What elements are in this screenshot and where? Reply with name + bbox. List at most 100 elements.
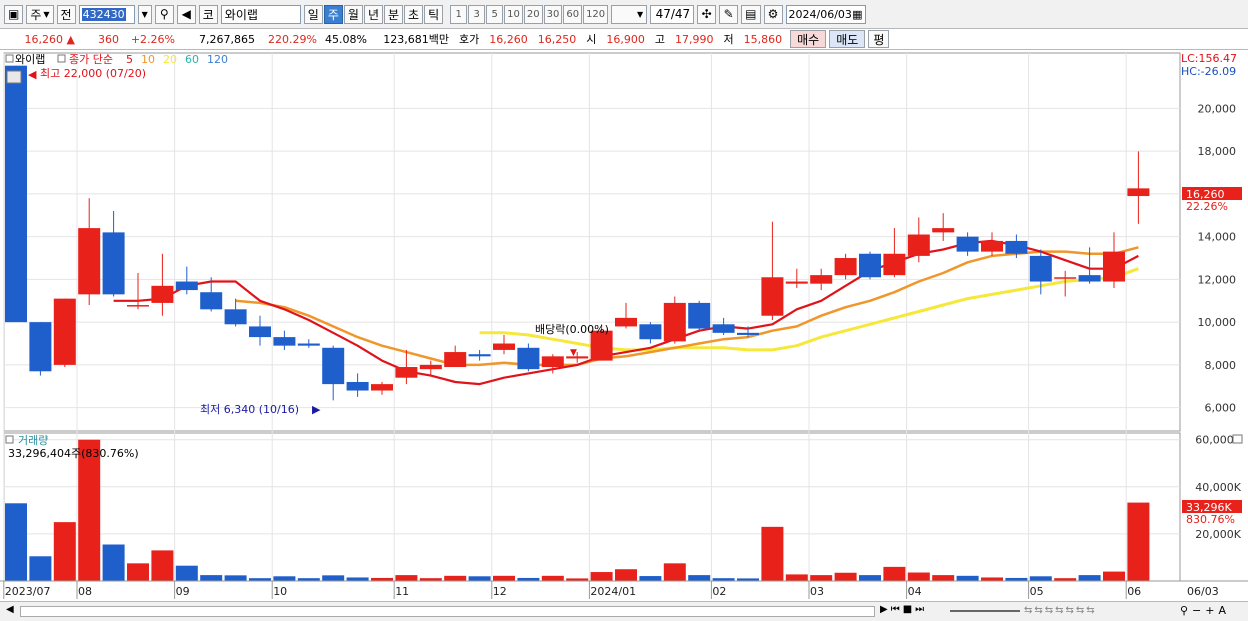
ask-price-1: 16,260 (489, 32, 528, 46)
candle-body (761, 277, 784, 316)
candle-body (688, 302, 711, 329)
x-tick-label: 03 (810, 585, 824, 598)
market-button[interactable]: 코 (198, 4, 218, 24)
volume-pct-tag-text: 830.76% (1186, 513, 1235, 526)
volume-bar (175, 565, 198, 581)
gear-icon[interactable]: ⚙ (763, 4, 783, 24)
turnover-pct: 45.08% (325, 32, 367, 46)
volume-bar (956, 575, 979, 581)
indicator-label: 종가 단순 (69, 53, 113, 66)
zoom-controls-icon[interactable]: ⚲−+A (1180, 604, 1230, 617)
prev-button[interactable]: 전 (56, 4, 76, 24)
draw-tool-icon[interactable]: ✎ (719, 4, 739, 24)
volume-bar (859, 575, 881, 581)
candle-body (810, 275, 833, 284)
interval-tab[interactable]: 60 (563, 4, 583, 24)
interval-tab[interactable]: 10 (504, 4, 523, 24)
mode-select[interactable]: 주 ▼ (26, 4, 54, 24)
candle-body (273, 337, 296, 346)
interval-tab[interactable]: 1 (450, 4, 468, 24)
chart-area[interactable]: 20,00018,00016,00014,00012,00010,0008,00… (0, 51, 1248, 601)
x-tick-label: 2024/01 (590, 585, 636, 598)
ma-legend-item: 60 (185, 53, 199, 66)
period-tab[interactable]: 틱 (424, 4, 444, 24)
candle-body (517, 347, 540, 370)
save-icon[interactable]: ▤ (741, 4, 761, 24)
current-pct-tag-text: 22.26% (1186, 200, 1228, 213)
volume-bar (981, 577, 1003, 581)
stock-code-input[interactable]: 432430 (78, 4, 135, 24)
date-field[interactable]: 2024/06/03 ▦ (785, 4, 866, 24)
chart-scrollbar[interactable]: ◀ ▶⏮■⏭ ⇆⇆⇆⇆⇆⇆⇆ ⚲−+A (0, 601, 1248, 621)
panel-close-icon[interactable] (1232, 434, 1243, 444)
candle-body (785, 281, 808, 284)
period-tab[interactable]: 주 (323, 4, 343, 24)
volume-tick-label: 40,000K (1195, 481, 1241, 494)
candle-body (200, 292, 223, 310)
volume-bar (639, 576, 662, 581)
x-tick-label: 05 (1030, 585, 1044, 598)
ask-label: 호가 (459, 33, 480, 46)
eval-button[interactable]: 평 (868, 30, 890, 48)
volume-bar (5, 503, 27, 581)
stock-name-field[interactable]: 와이랩 (220, 4, 301, 24)
search-icon[interactable]: ⚲ (154, 4, 174, 24)
volume-ratio: 220.29% (268, 32, 317, 46)
interval-tab[interactable]: 30 (543, 4, 563, 24)
candle-body (53, 298, 76, 365)
calendar-icon[interactable]: ▦ (852, 8, 862, 21)
lc-label: LC:156.47 (1181, 52, 1237, 65)
ma-legend-item: 20 (163, 53, 177, 66)
volume-bar (834, 572, 857, 581)
candle-body (395, 367, 418, 378)
code-dropdown-icon[interactable]: ▼ (137, 4, 152, 24)
period-tab[interactable]: 년 (363, 4, 383, 24)
volume-bar (541, 575, 564, 581)
speaker-icon[interactable]: ◀ (176, 4, 196, 24)
min-price-label: 최저 6,340 (10/16) (200, 403, 299, 416)
volume-bar (785, 574, 808, 581)
volume-bar (224, 575, 247, 581)
volume-bar (810, 575, 833, 581)
interval-dropdown[interactable]: ▼ (611, 4, 648, 24)
price-tick-label: 12,000 (1198, 273, 1237, 286)
candle-body (859, 253, 881, 278)
crosshair-icon[interactable]: ✣ (697, 4, 717, 24)
buy-button[interactable]: 매수 (790, 30, 827, 48)
x-tick-label: 02 (712, 585, 726, 598)
interval-tab[interactable]: 3 (468, 4, 486, 24)
volume-bar (1127, 502, 1150, 581)
volume-bar (200, 575, 223, 581)
chart-tools-icon[interactable]: ⇆⇆⇆⇆⇆⇆⇆ (1024, 605, 1097, 616)
candle-body (5, 65, 27, 323)
ask-price-2: 16,250 (537, 32, 577, 46)
max-price-label: 최고 22,000 (07/20) (40, 67, 146, 80)
interval-tab[interactable]: 5 (486, 4, 504, 24)
layout-icon[interactable]: ▣ (4, 4, 24, 24)
period-tab[interactable]: 분 (383, 4, 404, 24)
dividend-label: 배당락(0.00%) (535, 323, 609, 336)
table-icon[interactable] (6, 70, 22, 84)
x-tick-label: 04 (908, 585, 922, 598)
candle-body (639, 324, 662, 340)
volume-bar (761, 526, 784, 581)
volume-bar (1029, 576, 1052, 581)
panel-title: 와이랩 (15, 53, 45, 66)
quote-bar: 16,260 ▲ 360 +2.26% 7,267,865 220.29% 45… (0, 29, 1248, 50)
hc-label: HC:-26.09 (1181, 65, 1236, 78)
x-tick-label: 08 (78, 585, 92, 598)
sell-button[interactable]: 매도 (829, 30, 866, 48)
high-label: 고 (654, 33, 665, 46)
candle-body (1103, 251, 1125, 282)
trade-amount: 123,681백만 (383, 33, 449, 46)
period-tab[interactable]: 초 (404, 4, 424, 24)
zoom-slider[interactable] (950, 610, 1020, 612)
period-tab[interactable]: 일 (303, 4, 323, 24)
interval-tab[interactable]: 120 (583, 4, 609, 24)
period-tab[interactable]: 월 (343, 4, 363, 24)
scroll-left-icon[interactable]: ◀ (6, 604, 14, 615)
scroll-track[interactable] (20, 606, 875, 617)
candle-body (1005, 240, 1028, 254)
playback-controls-icon[interactable]: ▶⏮■⏭ (880, 604, 927, 615)
interval-tab[interactable]: 20 (523, 4, 543, 24)
